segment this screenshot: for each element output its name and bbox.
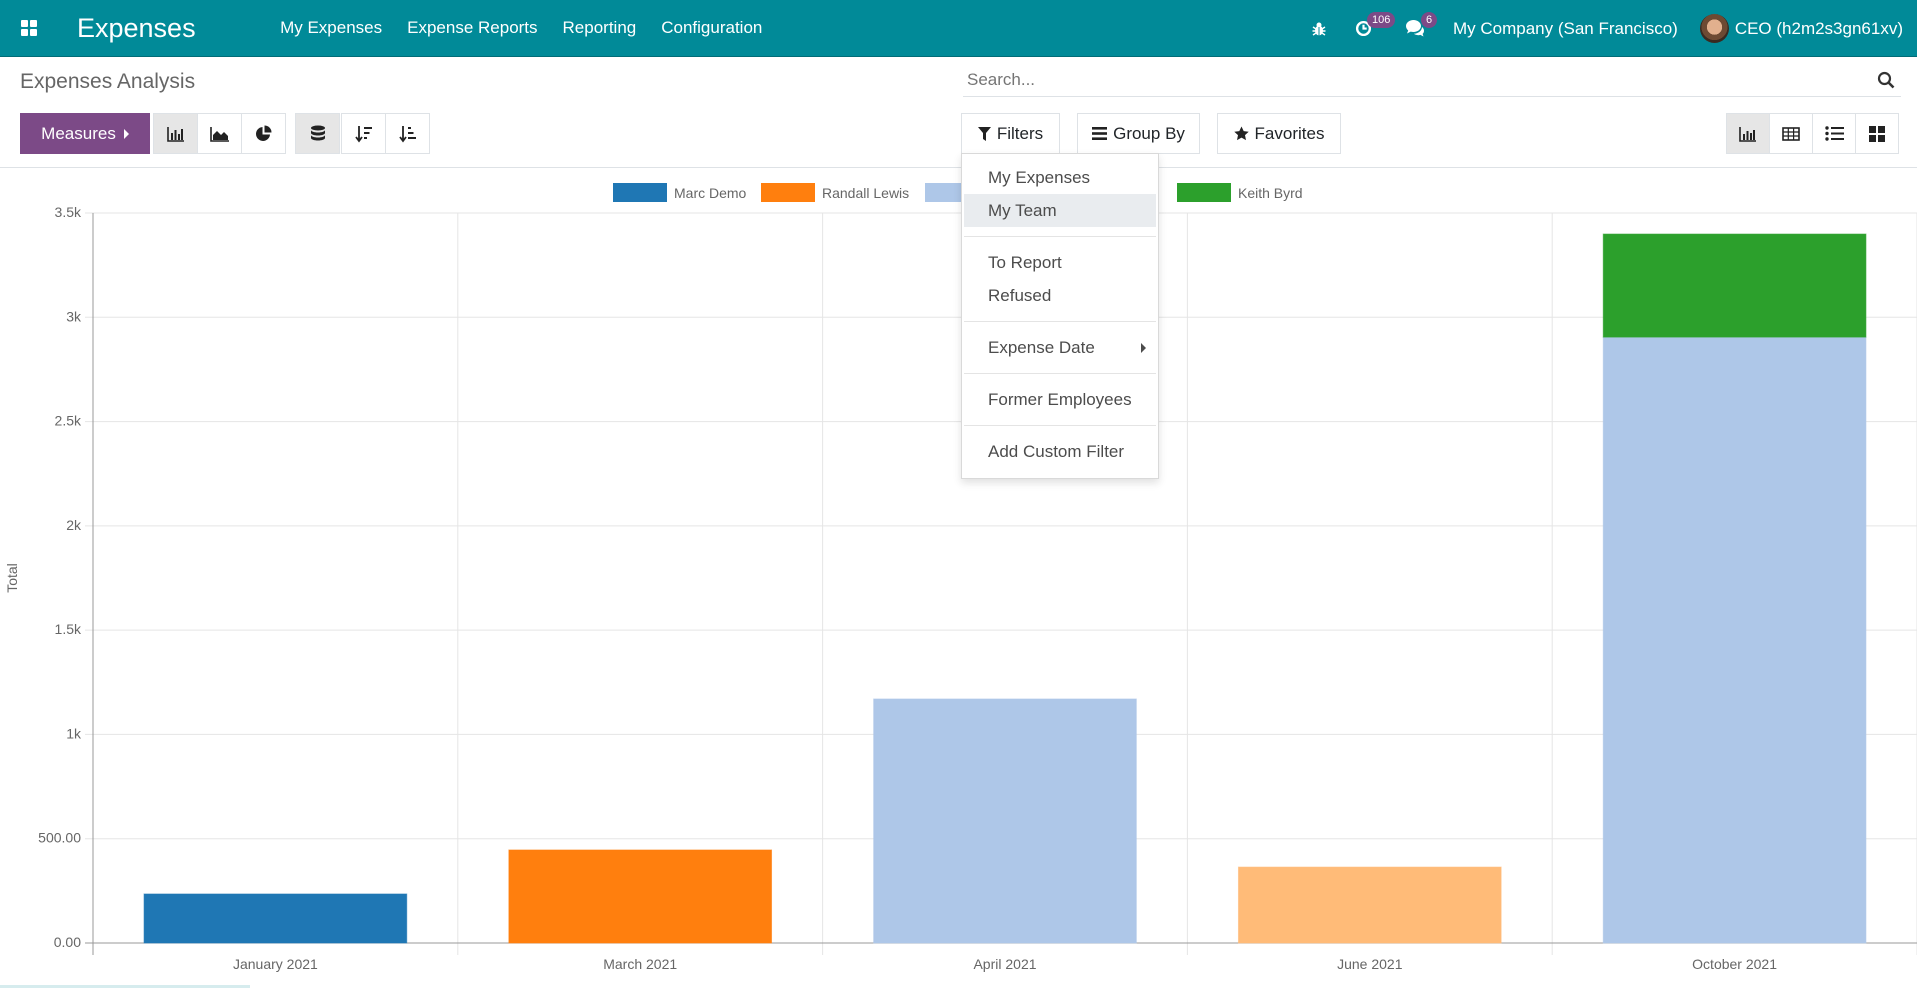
x-tick-label: January 2021 [233, 956, 318, 972]
main-menu: My Expenses Expense Reports Reporting Co… [268, 18, 775, 38]
sort-ascending-button[interactable] [385, 113, 430, 154]
sort-descending-icon [354, 125, 372, 142]
pie-chart-icon [256, 125, 272, 141]
filter-to-report[interactable]: To Report [962, 246, 1158, 279]
y-tick-label: 1k [66, 725, 82, 741]
apps-grid-icon [21, 20, 37, 36]
bar-chart-icon [166, 126, 184, 142]
expenses-bar-chart: Marc Demo Randall Lewis …rt Keith Byrd 0… [0, 169, 1917, 988]
bar [1237, 866, 1502, 944]
pie-chart-button[interactable] [241, 113, 286, 154]
table-icon [1782, 126, 1800, 141]
search-icon[interactable] [1877, 71, 1895, 89]
sort-descending-button[interactable] [341, 113, 386, 154]
activity-button[interactable]: 106 [1345, 0, 1397, 57]
apps-menu-button[interactable] [0, 0, 58, 57]
y-tick-label: 500.00 [38, 830, 81, 846]
dropdown-divider [964, 373, 1156, 374]
bar [1602, 233, 1867, 338]
bar [873, 698, 1137, 944]
list-icon [1824, 126, 1844, 141]
y-tick-label: 3k [66, 308, 82, 324]
bar [143, 893, 408, 944]
activity-count-badge: 106 [1366, 12, 1396, 28]
search-bar [963, 65, 1901, 97]
stacked-toggle-button[interactable] [295, 113, 340, 154]
dropdown-divider [964, 236, 1156, 237]
sort-group [341, 113, 430, 154]
bar-chart-icon [1739, 126, 1756, 142]
y-tick-label: 3.5k [55, 204, 82, 220]
menu-expense-reports[interactable]: Expense Reports [395, 18, 550, 38]
messages-button[interactable]: 6 [1397, 0, 1441, 57]
favorites-button[interactable]: Favorites [1217, 113, 1341, 154]
group-by-button[interactable]: Group By [1077, 113, 1200, 154]
filters-dropdown: My Expenses My Team To Report Refused Ex… [961, 153, 1159, 479]
dropdown-divider [964, 321, 1156, 322]
page-title: Expenses Analysis [20, 70, 196, 93]
chart-type-group [153, 113, 286, 154]
group-by-label: Group By [1113, 123, 1185, 143]
add-custom-filter[interactable]: Add Custom Filter [962, 435, 1158, 468]
view-switcher [1726, 113, 1899, 154]
measures-label: Measures [41, 123, 116, 143]
dashboard-view-button[interactable] [1855, 113, 1899, 154]
bar [508, 849, 773, 944]
area-chart-icon [209, 126, 229, 142]
dropdown-divider [964, 425, 1156, 426]
bars-icon [1092, 127, 1108, 140]
list-view-button[interactable] [1812, 113, 1856, 154]
y-axis-label: Total [4, 563, 20, 593]
menu-my-expenses[interactable]: My Expenses [268, 18, 395, 38]
favorites-label: Favorites [1254, 123, 1325, 143]
filter-icon [977, 126, 991, 141]
x-tick-label: April 2021 [973, 956, 1036, 972]
x-tick-label: June 2021 [1337, 956, 1403, 972]
user-name: CEO (h2m2s3gn61xv) [1734, 18, 1903, 38]
pivot-view-button[interactable] [1769, 113, 1813, 154]
grid-icon [1869, 125, 1885, 142]
caret-right-icon [1141, 343, 1146, 353]
database-icon [310, 125, 325, 140]
filters-button[interactable]: Filters [961, 113, 1060, 154]
y-tick-label: 2.5k [55, 413, 82, 429]
y-tick-label: 2k [66, 517, 82, 533]
filter-my-expenses[interactable]: My Expenses [962, 161, 1158, 194]
message-count-badge: 6 [1420, 12, 1438, 28]
filter-former-employees[interactable]: Former Employees [962, 383, 1158, 416]
search-input[interactable] [963, 65, 1843, 95]
sort-ascending-icon [398, 125, 416, 142]
caret-right-icon [123, 128, 129, 139]
star-icon [1233, 126, 1249, 141]
systray: 106 6 My Company (San Francisco) CEO (h2… [1299, 0, 1917, 57]
debug-button[interactable] [1299, 21, 1339, 37]
filter-refused[interactable]: Refused [962, 279, 1158, 312]
x-tick-label: March 2021 [603, 956, 677, 972]
menu-reporting[interactable]: Reporting [550, 18, 649, 38]
bar [1602, 336, 1867, 944]
line-chart-button[interactable] [197, 113, 242, 154]
filters-label: Filters [996, 123, 1044, 143]
graph-view-button[interactable] [1726, 113, 1770, 154]
control-panel: Expenses Analysis Measures Filter [0, 57, 1917, 168]
top-navbar: Expenses My Expenses Expense Reports Rep… [0, 0, 1917, 57]
bug-icon [1312, 22, 1326, 36]
filter-expense-date[interactable]: Expense Date [962, 331, 1158, 364]
avatar [1699, 14, 1729, 43]
user-menu[interactable]: CEO (h2m2s3gn61xv) [1699, 14, 1917, 43]
bar-chart-button[interactable] [153, 113, 198, 154]
filter-my-team[interactable]: My Team [964, 194, 1156, 227]
filter-expense-date-label: Expense Date [988, 338, 1095, 357]
x-tick-label: October 2021 [1692, 956, 1777, 972]
company-switcher[interactable]: My Company (San Francisco) [1441, 19, 1700, 39]
menu-configuration[interactable]: Configuration [649, 18, 775, 38]
y-tick-label: 1.5k [55, 621, 82, 637]
measures-button[interactable]: Measures [20, 113, 150, 154]
chart-plot: 0.00 500.00 1k 1.5k 2k 2.5k 3k 3.5k January 2021… [4, 204, 1917, 972]
y-tick-label: 0.00 [54, 934, 81, 950]
stack-group [295, 113, 340, 154]
app-title[interactable]: Expenses [77, 13, 196, 44]
